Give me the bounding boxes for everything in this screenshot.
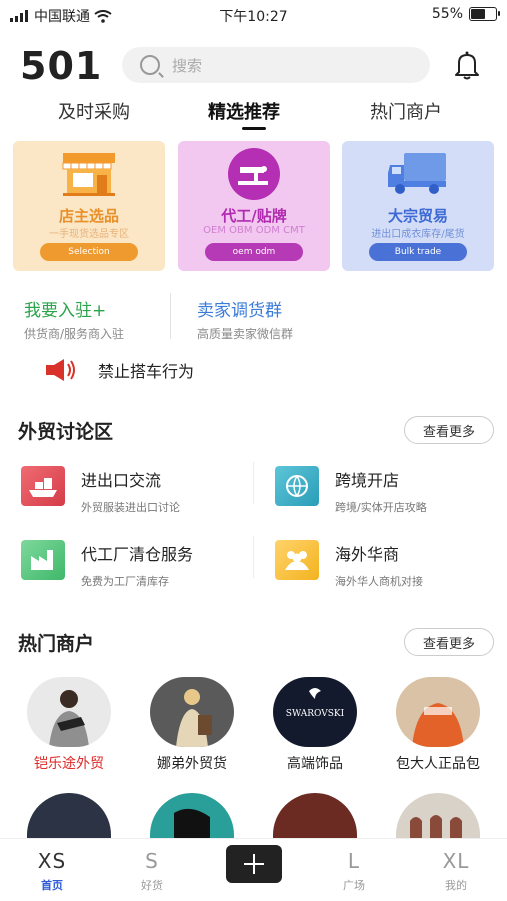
forum-item-cross-border[interactable]: 跨境开店 跨境/实体开店攻略 bbox=[275, 466, 427, 515]
seller-group-entry[interactable]: 卖家调货群 高质量卖家微信群 bbox=[197, 296, 293, 342]
sewing-machine-icon bbox=[228, 148, 280, 200]
card-title: 代工/贴牌 bbox=[221, 207, 287, 225]
merchant-avatar[interactable] bbox=[27, 793, 111, 841]
join-entry[interactable]: 我要入驻+ 供货商/服务商入驻 bbox=[24, 296, 124, 342]
nav-size-label: S bbox=[145, 849, 159, 873]
forum-item-import-export[interactable]: 进出口交流 外贸服装进出口讨论 bbox=[21, 466, 180, 515]
nav-square[interactable]: L 广场 bbox=[324, 849, 384, 893]
merchant-card[interactable]: 铠乐途外贸 bbox=[24, 677, 114, 773]
merchants-more-button[interactable]: 查看更多 bbox=[404, 628, 494, 656]
merchant-name: 铠乐途外贸 bbox=[34, 756, 104, 772]
merchant-avatar[interactable] bbox=[150, 793, 234, 841]
merchant-card[interactable]: 娜弟外贸货 bbox=[147, 677, 237, 773]
search-placeholder: 搜索 bbox=[172, 56, 203, 75]
active-tab-indicator bbox=[242, 127, 266, 130]
nav-size-label: XL bbox=[442, 849, 470, 873]
card-store-selection[interactable]: 店主选品 一手现货选品专区 Selection bbox=[13, 141, 165, 271]
forum-item-title: 代工厂清仓服务 bbox=[81, 545, 194, 564]
merchant-card[interactable]: 包大人正品包 bbox=[393, 677, 483, 773]
search-icon bbox=[140, 55, 160, 75]
nav-size-label: XS bbox=[37, 849, 67, 873]
merchant-avatar bbox=[396, 677, 480, 747]
card-button-label: Selection bbox=[68, 247, 110, 257]
battery-icon bbox=[469, 7, 500, 21]
merchant-logo-text: SWAROVSKI bbox=[285, 709, 345, 719]
merchant-avatar[interactable] bbox=[273, 793, 357, 841]
join-subtitle: 供货商/服务商入驻 bbox=[24, 327, 125, 341]
storefront-icon bbox=[62, 153, 115, 196]
forum-item-subtitle: 外贸服装进出口讨论 bbox=[81, 501, 180, 514]
card-button-label: oem odm bbox=[232, 247, 276, 257]
nav-label: 好货 bbox=[141, 879, 163, 892]
divider bbox=[253, 536, 254, 578]
bottom-nav: XS 首页 S 好货 L 广场 XL 我的 bbox=[0, 838, 507, 901]
merchant-avatar: SWAROVSKI bbox=[273, 677, 357, 747]
card-subtitle: OEM OBM ODM CMT bbox=[203, 225, 305, 236]
search-bar[interactable]: 搜索 bbox=[122, 47, 430, 83]
status-right: 55% bbox=[431, 6, 500, 22]
tab-instant-purchase[interactable]: 及时采购 bbox=[58, 98, 130, 124]
merchant-avatar bbox=[27, 677, 111, 747]
bulk-trade-button[interactable]: Bulk trade bbox=[369, 243, 467, 261]
divider bbox=[170, 293, 171, 339]
forum-item-factory[interactable]: 代工厂清仓服务 免费为工厂清库存 bbox=[21, 540, 193, 589]
forum-item-overseas[interactable]: 海外华商 海外华人商机对接 bbox=[275, 540, 423, 589]
tab-hot-merchants[interactable]: 热门商户 bbox=[370, 98, 442, 124]
seller-group-title: 卖家调货群 bbox=[197, 301, 282, 321]
merchant-name: 高端饰品 bbox=[287, 756, 343, 772]
megaphone-icon bbox=[46, 359, 75, 381]
merchant-avatar[interactable] bbox=[396, 793, 480, 841]
notice-bar[interactable]: 禁止搭车行为 bbox=[44, 357, 194, 383]
nav-home[interactable]: XS 首页 bbox=[22, 849, 82, 893]
nav-goods[interactable]: S 好货 bbox=[122, 849, 182, 893]
nav-mine[interactable]: XL 我的 bbox=[426, 849, 486, 893]
truck-icon bbox=[388, 153, 446, 194]
forum-item-subtitle: 跨境/实体开店攻略 bbox=[335, 501, 427, 514]
publish-button[interactable] bbox=[226, 845, 282, 883]
card-title: 店主选品 bbox=[58, 207, 119, 225]
app-logo: 501 bbox=[20, 44, 103, 88]
forum-item-title: 跨境开店 bbox=[335, 471, 400, 490]
people-icon bbox=[275, 540, 319, 580]
merchant-name: 娜弟外贸货 bbox=[157, 756, 227, 772]
merchant-name: 包大人正品包 bbox=[396, 756, 480, 772]
forum-more-button[interactable]: 查看更多 bbox=[404, 416, 494, 444]
oem-button[interactable]: oem odm bbox=[205, 243, 303, 261]
globe-icon bbox=[275, 466, 319, 506]
merchant-avatar bbox=[150, 677, 234, 747]
battery-percent: 55% bbox=[431, 6, 463, 22]
card-oem[interactable]: 代工/贴牌 OEM OBM ODM CMT oem odm bbox=[178, 141, 330, 271]
cargo-ship-icon bbox=[21, 466, 65, 506]
nav-label: 广场 bbox=[343, 879, 365, 892]
tab-featured[interactable]: 精选推荐 bbox=[208, 98, 280, 124]
status-bar: 中国联通 下午10:27 55% bbox=[0, 0, 507, 28]
join-title: 我要入驻+ bbox=[24, 301, 107, 321]
card-bulk-trade[interactable]: 大宗贸易 进出口成衣库存/尾货 Bulk trade bbox=[342, 141, 494, 271]
nav-size-label: L bbox=[347, 849, 361, 873]
card-title: 大宗贸易 bbox=[387, 207, 448, 225]
card-button-label: Bulk trade bbox=[394, 247, 442, 257]
bell-icon[interactable] bbox=[450, 48, 484, 82]
forum-item-title: 海外华商 bbox=[335, 545, 400, 564]
card-subtitle: 进出口成衣库存/尾货 bbox=[371, 229, 465, 240]
card-subtitle: 一手现货选品专区 bbox=[49, 229, 129, 240]
merchants-section-title: 热门商户 bbox=[18, 633, 95, 655]
factory-icon bbox=[21, 540, 65, 580]
divider bbox=[253, 462, 254, 504]
notice-text: 禁止搭车行为 bbox=[98, 362, 195, 381]
nav-label: 首页 bbox=[41, 879, 63, 892]
forum-item-title: 进出口交流 bbox=[81, 471, 162, 490]
merchant-card[interactable]: SWAROVSKI 高端饰品 bbox=[270, 677, 360, 773]
forum-item-subtitle: 免费为工厂清库存 bbox=[81, 575, 169, 588]
seller-group-subtitle: 高质量卖家微信群 bbox=[197, 327, 294, 341]
nav-label: 我的 bbox=[445, 879, 467, 892]
selection-button[interactable]: Selection bbox=[40, 243, 138, 261]
forum-section-title: 外贸讨论区 bbox=[18, 421, 114, 443]
forum-item-subtitle: 海外华人商机对接 bbox=[335, 575, 423, 588]
